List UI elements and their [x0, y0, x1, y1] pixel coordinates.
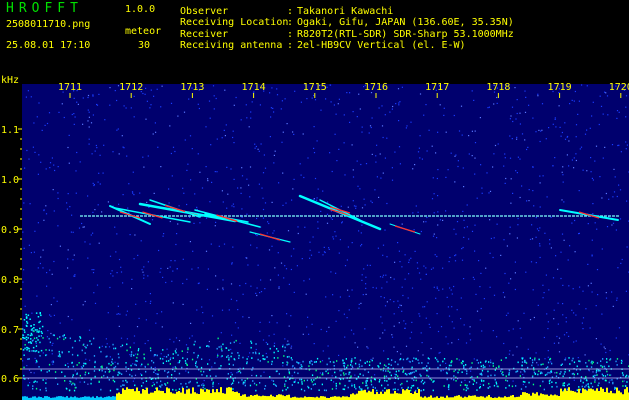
x-tick-label: 1715: [303, 82, 327, 93]
location-label: Receiving Location: [180, 17, 289, 28]
location-value: Ogaki, Gifu, JAPAN (136.60E, 35.35N): [297, 17, 514, 28]
y-tick-label: 1.0: [1, 175, 19, 186]
observer-label: Observer: [180, 6, 229, 17]
y-tick-label: 0.8: [1, 275, 19, 286]
y-tick-label: 0.9: [1, 225, 19, 236]
x-tick-label: 1718: [486, 82, 510, 93]
y-tick-label: 0.7: [1, 325, 19, 336]
y-tick-label: 1.1: [1, 125, 19, 136]
receiver-sep: :: [287, 29, 294, 40]
spectrogram-plot: kHz 1.1 1.0 0.9 0.8 0.7 0.6 1711 1712 1713 1714 1…: [0, 72, 629, 400]
timestamp: 25.08.01 17:10: [6, 40, 91, 51]
antenna-sep: :: [287, 40, 294, 51]
y-tick-label: 0.6: [1, 374, 19, 385]
observer-value: Takanori Kawachi: [297, 6, 394, 17]
spectrogram-background: [22, 84, 629, 400]
x-tick-label: 1714: [242, 82, 266, 93]
header-panel: HROFFT 1.0.0 2508011710.png meteor 25.08…: [0, 0, 629, 72]
app-title: HROFFT: [6, 1, 83, 16]
app-version: 1.0.0: [125, 4, 156, 15]
mode-label: meteor: [125, 26, 162, 37]
x-tick-label: 1711: [58, 82, 82, 93]
antenna-value: 2el-HB9CV Vertical (el. E-W): [297, 40, 466, 51]
x-tick-label: 1716: [364, 82, 388, 93]
file-name: 2508011710.png: [6, 19, 91, 30]
spectrogram-svg: kHz 1.1 1.0 0.9 0.8 0.7 0.6 1711 1712 1713 1714 1…: [0, 72, 629, 400]
x-tick-label: 1713: [180, 82, 204, 93]
location-sep: :: [287, 17, 294, 28]
observer-sep: :: [287, 6, 294, 17]
receiver-value: R820T2(RTL-SDR) SDR-Sharp 53.1000MHz: [297, 29, 514, 40]
antenna-label: Receiving antenna: [180, 40, 283, 51]
meteor-count: 30: [138, 40, 151, 51]
x-tick-label: 1712: [119, 82, 143, 93]
x-tick-label: 1719: [548, 82, 572, 93]
y-unit-label: kHz: [1, 75, 19, 86]
x-tick-label: 1717: [425, 82, 449, 93]
receiver-label: Receiver: [180, 29, 229, 40]
x-tick-label: 1720: [609, 82, 629, 93]
